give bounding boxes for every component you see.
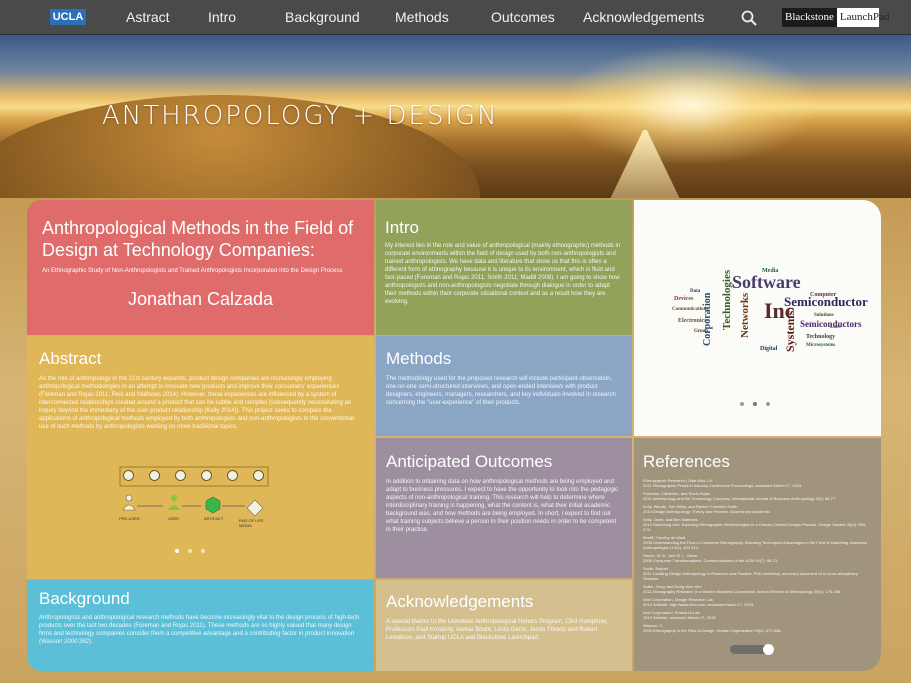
cloud-word: Data xyxy=(690,289,701,294)
cloud-word: Media xyxy=(762,268,778,274)
hero-banner: ANTHROPOLOGY + DESIGN xyxy=(0,35,911,198)
poster-title: Anthropological Methods in the Field of … xyxy=(42,218,354,260)
cloud-word: Technologies xyxy=(721,269,733,330)
acknowledgements-body: A special thanks to the Lemelson Anthrop… xyxy=(386,619,609,641)
reference-entry: Wasson, C. 2000 Ethnography in the Field … xyxy=(643,623,782,633)
cloud-word: Group xyxy=(694,329,708,334)
cloud-word: Electronics xyxy=(678,318,707,324)
outcomes-panel: Anticipated Outcomes In addition to obta… xyxy=(376,438,632,578)
reference-entry: Intel Corporation, Design Research Lab 20… xyxy=(643,597,755,607)
reference-entry: Kelly, Wendy, Tom Wiley, and Rachel Cowd… xyxy=(643,504,771,514)
reference-entry: Ethnographic Research | Dale Mba, LV. 201… xyxy=(643,478,803,488)
abstract-carousel-dots[interactable] xyxy=(175,549,205,553)
title-panel: Anthropological Methods in the Field of … xyxy=(27,200,374,335)
hero-title: ANTHROPOLOGY + DESIGN xyxy=(102,101,499,131)
logo-text-launchpad: LaunchPad xyxy=(839,11,890,23)
logo-text-blackstone: Blackstone xyxy=(782,8,837,27)
carousel-dot-active[interactable] xyxy=(175,549,179,553)
reference-entry: Smith, Rachel 2011 Locating Design Anthro… xyxy=(643,566,858,581)
carousel-dot[interactable] xyxy=(188,549,192,553)
reference-entry: Kelly, Janet, and Ben Mathews 2014 Observ… xyxy=(643,517,867,532)
outcomes-heading: Anticipated Outcomes xyxy=(386,452,553,471)
toggle-knob[interactable] xyxy=(763,644,774,655)
cloud-word: Computer xyxy=(810,292,837,298)
intro-body: My interest lies in the role and value o… xyxy=(385,243,621,305)
reference-entry: Reese, W. D., and M. L. Gaver 2006 Consum… xyxy=(643,553,779,563)
cloud-word: Communications xyxy=(672,307,708,312)
hero-sun-glow xyxy=(560,45,820,165)
methods-body: The methodology used for the proposed re… xyxy=(386,376,616,406)
nav-item-intro[interactable]: Intro xyxy=(208,9,236,26)
cloud-word: Labs xyxy=(830,325,841,330)
reference-entry: Intel Corporation, Research Lab 2013 Webs… xyxy=(643,610,717,620)
diagram-label: USER xyxy=(168,516,180,521)
outcomes-body: In addition to obtaining data on how ant… xyxy=(386,479,619,533)
abstract-panel: Abstract As the role of anthropology in … xyxy=(27,336,374,579)
wordcloud-image: Software Semiconductor Inc Technologies … xyxy=(672,268,868,352)
references-heading: References xyxy=(643,452,730,471)
cloud-word: Software xyxy=(732,272,801,292)
nav-item-abstract[interactable]: Astract xyxy=(126,9,170,26)
nav-item-background[interactable]: Background xyxy=(285,9,360,26)
cloud-word: Devices xyxy=(674,296,694,302)
wordcloud-panel: Software Semiconductor Inc Technologies … xyxy=(634,200,881,436)
user-journey-diagram: PRE-USER USER ARTIFACT END OF LIFE MEDIA xyxy=(119,466,269,528)
carousel-dot[interactable] xyxy=(201,549,205,553)
nav-item-acknowledgements[interactable]: Acknowledgements xyxy=(583,9,704,26)
cloud-word: Solutions xyxy=(814,313,834,318)
acknowledgements-heading: Acknowledgements xyxy=(386,592,534,611)
cloud-word: Technology xyxy=(806,334,835,340)
cloud-word: Digital xyxy=(760,346,778,352)
carousel-dot[interactable] xyxy=(766,402,770,406)
scroll-toggle[interactable] xyxy=(730,644,774,655)
background-body: Anthropologists and anthropological rese… xyxy=(39,615,360,645)
search-icon[interactable] xyxy=(741,10,757,26)
diagram-label: ARTIFACT xyxy=(204,516,224,521)
blackstone-launchpad-logo[interactable]: Blackstone LaunchPad xyxy=(782,8,889,27)
intro-panel: Intro My interest lies in the role and v… xyxy=(376,200,632,335)
reference-entry: Sutter, Greg, and Dong-Won Kim 2011 Ethno… xyxy=(643,584,842,594)
background-heading: Background xyxy=(39,589,130,608)
cloud-word: Systems xyxy=(783,310,797,352)
background-panel: Background Anthropologists and anthropol… xyxy=(27,580,374,671)
diagram-label: PRE-USER xyxy=(119,516,140,521)
references-panel: References Ethnographic Research | Dale … xyxy=(634,438,881,671)
carousel-dot[interactable] xyxy=(740,402,744,406)
acknowledgements-panel: Acknowledgements A special thanks to the… xyxy=(376,580,632,671)
cloud-carousel-dots[interactable] xyxy=(740,402,770,406)
ucla-logo[interactable]: UCLA xyxy=(50,9,86,25)
cloud-word: Microsystems xyxy=(806,343,835,348)
diagram-graphic xyxy=(119,466,269,517)
nav-item-methods[interactable]: Methods xyxy=(395,9,449,26)
references-list: Ethnographic Research | Dale Mba, LV. 201… xyxy=(643,478,872,633)
diagram-label: END OF LIFE MEDIA xyxy=(239,518,264,528)
abstract-heading: Abstract xyxy=(39,349,102,368)
intro-heading: Intro xyxy=(385,218,420,237)
methods-panel: Methods The methodology used for the pro… xyxy=(376,336,632,436)
carousel-dot-active[interactable] xyxy=(753,402,757,406)
poster-subtitle: An Ethnographic Study of Non-Anthropolog… xyxy=(42,268,343,274)
reference-entry: Foreman, Catherine, and Rocio Rojas 2011 … xyxy=(643,491,837,501)
reference-entry: Madill, Timothy de Waal 2008 Understandin… xyxy=(643,535,867,550)
top-nav: UCLA Astract Intro Background Methods Ou… xyxy=(0,0,911,35)
cloud-word: Networks xyxy=(739,292,751,338)
poster-author: Jonathan Calzada xyxy=(127,289,274,309)
nav-item-outcomes[interactable]: Outcomes xyxy=(491,9,555,26)
abstract-body: As the role of anthropology in the 21st … xyxy=(39,376,354,430)
methods-heading: Methods xyxy=(386,349,452,368)
